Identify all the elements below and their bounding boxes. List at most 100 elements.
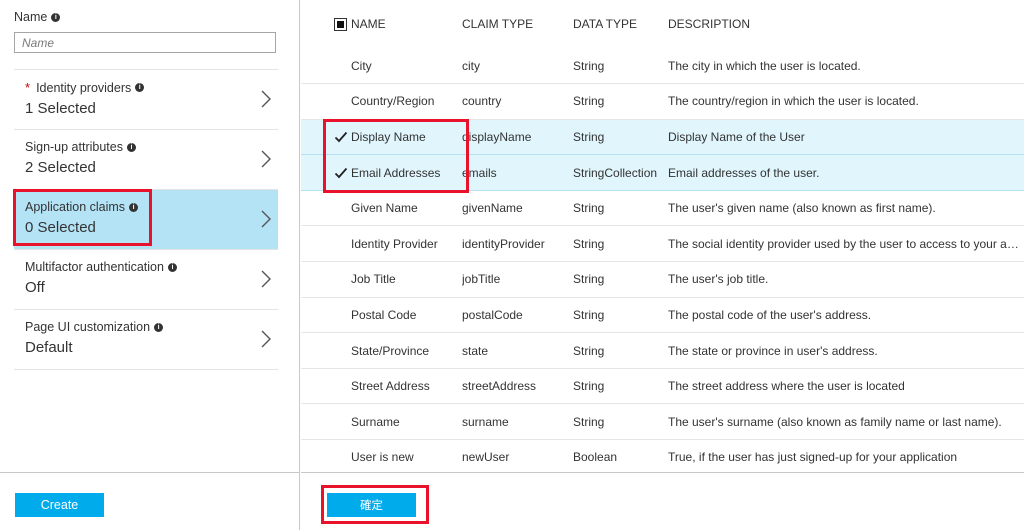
cell-claim-type: displayName	[462, 118, 573, 156]
cell-name: Display Name	[351, 118, 462, 156]
menu-item-label-row: Sign-up attributes i	[25, 140, 278, 154]
name-label-row: Name i	[14, 10, 278, 24]
table-row[interactable]: Country/Region country String The country/r…	[301, 83, 1024, 120]
chevron-right-icon	[260, 329, 272, 349]
menu-item-label-row: Multifactor authentication i	[25, 260, 278, 274]
menu-item-label-row: Page UI customization i	[25, 320, 278, 334]
cell-data-type: StringCollection	[573, 154, 668, 191]
cell-name: City	[351, 48, 462, 85]
cell-name: Job Title	[351, 261, 462, 298]
info-icon[interactable]: i	[135, 83, 145, 92]
cell-data-type: String	[573, 368, 668, 405]
row-select-cell[interactable]	[301, 154, 351, 191]
cell-data-type: String	[573, 297, 668, 334]
cell-description: Email addresses of the user.	[668, 154, 1024, 191]
menu-item-identity-providers[interactable]: * Identity providers i 1 Selected	[14, 70, 278, 130]
row-select-cell[interactable]	[301, 332, 351, 369]
row-select-cell[interactable]	[301, 403, 351, 441]
table-row[interactable]: Email Addresses emails StringCollection Ema…	[301, 154, 1024, 191]
cell-claim-type: surname	[462, 403, 573, 441]
info-icon[interactable]: i	[126, 142, 136, 152]
cell-claim-type: country	[462, 83, 573, 120]
table-row[interactable]: Identity Provider identityProvider String T…	[301, 225, 1024, 263]
checkmark-icon[interactable]	[334, 166, 348, 180]
name-label: Name	[14, 10, 48, 24]
menu-item-value: 0 Selected	[25, 219, 96, 236]
cell-description: The user's job title.	[668, 261, 1024, 298]
required-marker: *	[25, 80, 31, 95]
cell-name: Given Name	[351, 190, 462, 227]
settings-menu: * Identity providers i 1 Selected Sign-up at…	[14, 69, 278, 370]
info-icon[interactable]: i	[51, 12, 61, 22]
row-select-cell[interactable]	[301, 297, 351, 334]
row-select-cell[interactable]	[301, 261, 351, 298]
info-icon[interactable]: i	[154, 322, 164, 332]
table-row[interactable]: Surname surname String The user's surname (…	[301, 403, 1024, 441]
header-name[interactable]: NAME	[351, 0, 462, 48]
cell-data-type: String	[573, 118, 668, 156]
table-row[interactable]: City city String The city in which the user…	[301, 48, 1024, 85]
cell-name: Identity Provider	[351, 225, 462, 263]
menu-item-label: Multifactor authentication	[25, 260, 164, 274]
select-all-checkbox[interactable]	[334, 18, 347, 32]
table-header-row: NAME CLAIM TYPE DATA TYPE DESCRIPTION	[301, 0, 1024, 48]
chevron-right-icon	[260, 209, 272, 229]
menu-item-label-row: Application claims i	[25, 200, 278, 214]
header-description[interactable]: DESCRIPTION	[668, 0, 1024, 48]
menu-item-page-ui-customization[interactable]: Page UI customization i Default	[14, 310, 278, 370]
table-row[interactable]: Display Name displayName String Display Nam…	[301, 118, 1024, 156]
menu-item-sign-up-attributes[interactable]: Sign-up attributes i 2 Selected	[14, 130, 278, 190]
name-section: Name i	[14, 10, 278, 53]
cell-description: Display Name of the User	[668, 118, 1024, 156]
cell-claim-type: givenName	[462, 190, 573, 227]
row-select-cell[interactable]	[301, 83, 351, 120]
table-row[interactable]: User is new newUser Boolean True, if the us…	[301, 439, 1024, 476]
table-row[interactable]: Given Name givenName String The user's give…	[301, 190, 1024, 227]
row-select-cell[interactable]	[301, 439, 351, 476]
menu-item-label: Identity providers	[36, 80, 132, 95]
table-row[interactable]: Postal Code postalCode String The postal co…	[301, 297, 1024, 334]
claims-table: NAME CLAIM TYPE DATA TYPE DESCRIPTION Ci…	[301, 0, 1024, 476]
cell-description: The social identity provider used by the…	[668, 225, 1024, 263]
ok-button[interactable]: 確定	[327, 493, 416, 517]
row-select-cell[interactable]	[301, 190, 351, 227]
cell-data-type: String	[573, 190, 668, 227]
menu-item-label-row: * Identity providers i	[25, 80, 278, 95]
cell-claim-type: emails	[462, 154, 573, 191]
right-footer: 確定	[301, 472, 1024, 530]
cell-data-type: Boolean	[573, 439, 668, 476]
menu-item-multifactor-authentication[interactable]: Multifactor authentication i Off	[14, 250, 278, 310]
menu-item-label: Page UI customization	[25, 320, 151, 334]
select-all-cell	[301, 0, 351, 48]
claims-blade: NAME CLAIM TYPE DATA TYPE DESCRIPTION Ci…	[301, 0, 1024, 530]
row-select-cell[interactable]	[301, 48, 351, 85]
cell-data-type: String	[573, 48, 668, 85]
cell-claim-type: identityProvider	[462, 225, 573, 263]
cell-description: The state or province in user's address.	[668, 332, 1024, 369]
menu-item-label: Application claims	[25, 200, 126, 214]
header-data-type[interactable]: DATA TYPE	[573, 0, 668, 48]
header-claim-type[interactable]: CLAIM TYPE	[462, 0, 573, 48]
cell-name: Street Address	[351, 368, 462, 405]
info-icon[interactable]: i	[167, 262, 177, 272]
cell-name: Postal Code	[351, 297, 462, 334]
cell-description: The city in which the user is located.	[668, 48, 1024, 85]
row-select-cell[interactable]	[301, 225, 351, 263]
cell-description: True, if the user has just signed-up for…	[668, 439, 1024, 476]
row-select-cell[interactable]	[301, 118, 351, 156]
row-select-cell[interactable]	[301, 368, 351, 405]
table-row[interactable]: State/Province state String The state or pr…	[301, 332, 1024, 369]
menu-item-application-claims[interactable]: Application claims i 0 Selected	[14, 190, 278, 250]
cell-data-type: String	[573, 403, 668, 441]
cell-name: Country/Region	[351, 83, 462, 120]
chevron-right-icon	[260, 269, 272, 289]
cell-data-type: String	[573, 225, 668, 263]
table-row[interactable]: Street Address streetAddress String The str…	[301, 368, 1024, 405]
left-blade: Name i *Identity providersi1 SelectedSig…	[0, 0, 300, 530]
chevron-right-icon	[260, 89, 272, 109]
table-row[interactable]: Job Title jobTitle String The user's job ti…	[301, 261, 1024, 298]
name-input[interactable]	[14, 32, 276, 53]
info-icon[interactable]: i	[129, 202, 139, 212]
create-button[interactable]: Create	[15, 493, 104, 517]
checkmark-icon[interactable]	[334, 130, 348, 144]
